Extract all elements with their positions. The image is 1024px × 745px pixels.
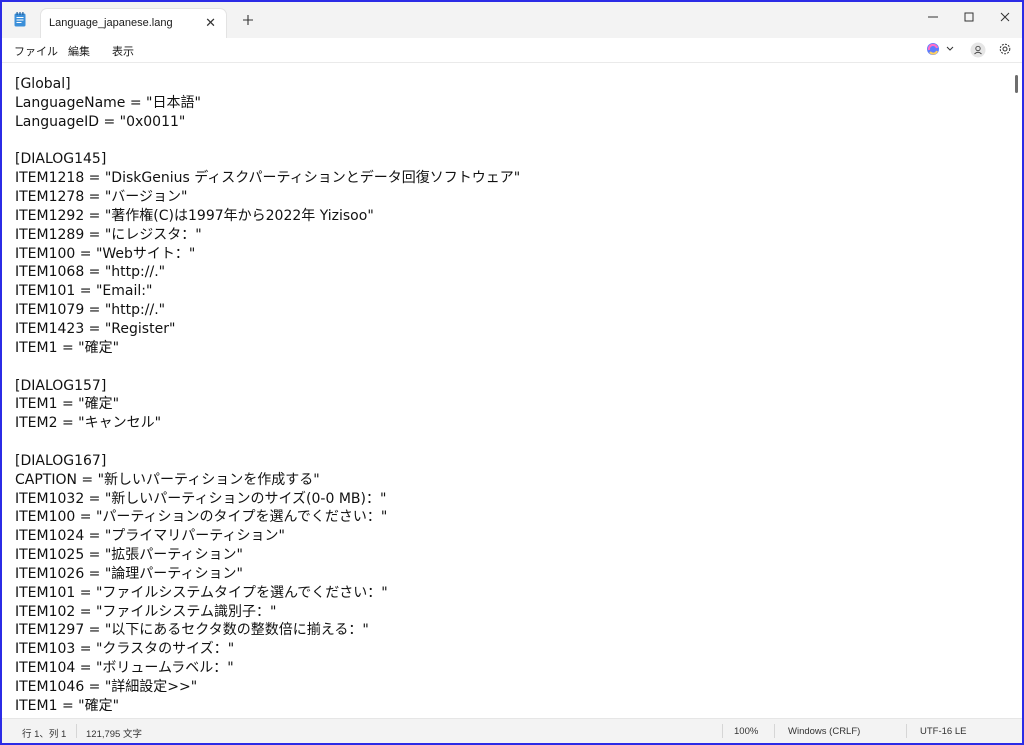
notepad-icon bbox=[14, 12, 26, 27]
text-line[interactable]: ITEM1026 = "論理パーティション" bbox=[15, 565, 520, 584]
editor-text[interactable]: [Global] LanguageName = "日本語" LanguageID =… bbox=[15, 75, 520, 716]
text-line[interactable]: [Global] bbox=[15, 75, 520, 94]
text-line[interactable]: ITEM101 = "ファイルシステムタイプを選んでください：" bbox=[15, 584, 520, 603]
close-window-icon[interactable] bbox=[998, 10, 1012, 24]
copilot-icon[interactable] bbox=[926, 42, 940, 56]
character-count: 121,795 文字 bbox=[86, 729, 142, 740]
text-line[interactable]: ITEM1297 = "以下にあるセクタ数の整数倍に揃える：" bbox=[15, 621, 520, 640]
close-tab-icon[interactable]: ✕ bbox=[205, 16, 216, 31]
status-divider bbox=[76, 724, 77, 738]
text-line[interactable]: ITEM100 = "Webサイト：" bbox=[15, 245, 520, 264]
status-divider bbox=[722, 724, 723, 738]
text-line[interactable]: ITEM1218 = "DiskGenius ディスクパーティションとデータ回復… bbox=[15, 169, 520, 188]
text-line[interactable]: [DIALOG157] bbox=[15, 377, 520, 396]
text-line[interactable] bbox=[15, 132, 520, 151]
text-line[interactable]: ITEM1 = "確定" bbox=[15, 339, 520, 358]
text-line[interactable]: ITEM2 = "キャンセル" bbox=[15, 414, 520, 433]
status-divider bbox=[906, 724, 907, 738]
status-divider bbox=[774, 724, 775, 738]
text-line[interactable]: [DIALOG167] bbox=[15, 452, 520, 471]
menu-view[interactable]: 表示 bbox=[112, 43, 134, 59]
text-line[interactable]: LanguageName = "日本語" bbox=[15, 94, 520, 113]
tab-document[interactable]: Language_japanese.lang ✕ bbox=[40, 8, 227, 38]
gear-icon[interactable] bbox=[998, 42, 1012, 56]
text-line[interactable]: ITEM101 = "Email:" bbox=[15, 282, 520, 301]
encoding[interactable]: UTF-16 LE bbox=[920, 726, 966, 737]
text-line[interactable]: ITEM102 = "ファイルシステム識別子：" bbox=[15, 603, 520, 622]
text-line[interactable]: ITEM1292 = "著作権(C)は1997年から2022年 Yizisoo" bbox=[15, 207, 520, 226]
text-line[interactable]: ITEM100 = "パーティションのタイプを選んでください：" bbox=[15, 508, 520, 527]
text-line[interactable]: ITEM1 = "確定" bbox=[15, 395, 520, 414]
tab-title: Language_japanese.lang bbox=[49, 17, 173, 29]
account-icon[interactable] bbox=[970, 42, 986, 58]
text-line[interactable]: ITEM1423 = "Register" bbox=[15, 320, 520, 339]
plus-icon[interactable] bbox=[242, 14, 254, 26]
maximize-icon[interactable] bbox=[962, 10, 976, 24]
menu-edit[interactable]: 編集 bbox=[68, 43, 90, 59]
text-line[interactable]: [DIALOG145] bbox=[15, 150, 520, 169]
minimize-icon[interactable] bbox=[926, 10, 940, 24]
text-line[interactable]: ITEM1025 = "拡張パーティション" bbox=[15, 546, 520, 565]
line-ending[interactable]: Windows (CRLF) bbox=[788, 726, 860, 737]
cursor-position: 行 1、列 1 bbox=[22, 729, 67, 740]
menu-file[interactable]: ファイル bbox=[14, 43, 58, 59]
status-bar: 行 1、列 1 121,795 文字 100% Windows (CRLF) U… bbox=[2, 718, 1022, 743]
text-line[interactable]: ITEM1079 = "http://." bbox=[15, 301, 520, 320]
text-line[interactable]: ITEM103 = "クラスタのサイズ：" bbox=[15, 640, 520, 659]
menu-bar: ファイル 編集 表示 bbox=[2, 38, 1022, 62]
text-line[interactable]: ITEM1046 = "詳細設定>>" bbox=[15, 678, 520, 697]
zoom-level[interactable]: 100% bbox=[734, 726, 758, 737]
text-line[interactable]: LanguageID = "0x0011" bbox=[15, 113, 520, 132]
text-line[interactable]: ITEM104 = "ボリュームラベル：" bbox=[15, 659, 520, 678]
notepad-window: Language_japanese.lang ✕ ファイル 編集 表示 [Glo… bbox=[0, 0, 1024, 745]
chevron-down-icon[interactable] bbox=[946, 46, 954, 52]
text-line[interactable]: ITEM1 = "確定" bbox=[15, 697, 520, 716]
text-line[interactable]: ITEM1278 = "バージョン" bbox=[15, 188, 520, 207]
text-line[interactable]: CAPTION = "新しいパーティションを作成する" bbox=[15, 471, 520, 490]
text-line[interactable]: ITEM1032 = "新しいパーティションのサイズ(0-0 MB)：" bbox=[15, 490, 520, 509]
text-editor[interactable]: [Global] LanguageName = "日本語" LanguageID =… bbox=[2, 63, 1022, 717]
title-bar: Language_japanese.lang ✕ bbox=[2, 2, 1022, 38]
text-line[interactable] bbox=[15, 358, 520, 377]
text-line[interactable]: ITEM1024 = "プライマリパーティション" bbox=[15, 527, 520, 546]
text-line[interactable]: ITEM1289 = "にレジスタ：" bbox=[15, 226, 520, 245]
text-line[interactable] bbox=[15, 433, 520, 452]
vertical-scrollbar[interactable] bbox=[1015, 75, 1018, 93]
text-line[interactable]: ITEM1068 = "http://." bbox=[15, 263, 520, 282]
